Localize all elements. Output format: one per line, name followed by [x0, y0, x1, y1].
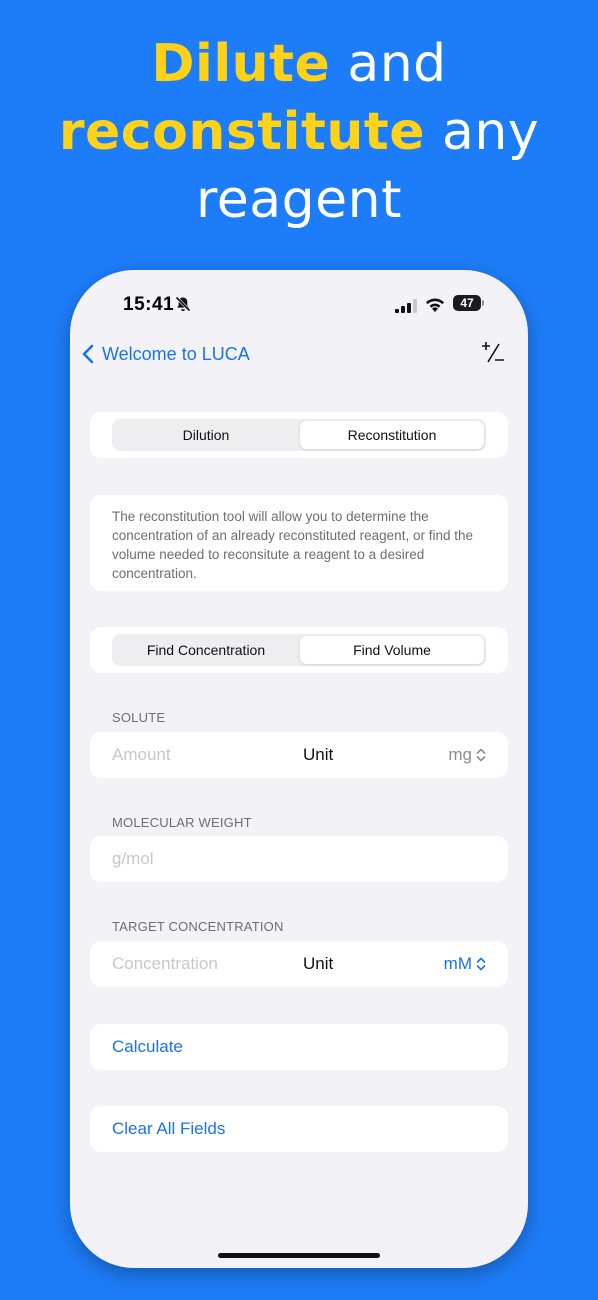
solute-unit-label: Unit — [303, 745, 334, 764]
promo-highlight-dilute: Dilute — [151, 34, 331, 94]
tab-find-volume[interactable]: Find Volume — [300, 636, 484, 664]
back-button-label: Welcome to LUCA — [102, 343, 250, 364]
back-button[interactable]: Welcome to LUCA — [82, 340, 250, 368]
cellular-signal-icon — [395, 299, 417, 313]
concentration-input[interactable] — [112, 941, 292, 987]
molecular-weight-row — [90, 836, 508, 882]
chevron-up-down-icon — [476, 957, 486, 971]
chevron-left-icon — [82, 344, 94, 364]
find-segmented-control: Find Concentration Find Volume — [112, 634, 486, 666]
calculate-button[interactable]: Calculate — [90, 1024, 508, 1070]
tab-reconstitution[interactable]: Reconstitution — [300, 421, 484, 449]
chevron-up-down-icon — [476, 748, 486, 762]
molecular-weight-section-label: MOLECULAR WEIGHT — [112, 815, 252, 830]
home-indicator — [218, 1253, 380, 1258]
promo-highlight-reconstitute: reconstitute — [58, 102, 425, 162]
find-selector-card: Find Concentration Find Volume — [90, 627, 508, 673]
promo-line-3: reagent — [196, 170, 402, 230]
battery-tip — [482, 300, 484, 306]
amount-input[interactable] — [112, 732, 282, 778]
phone-screen: 15:41 47 Welcome to LUCA Dilution Recons… — [70, 270, 528, 1268]
solute-unit-picker[interactable]: mg — [448, 732, 486, 778]
status-time: 15:41 — [123, 294, 175, 315]
promo-line-2: reconstitute any — [0, 98, 598, 166]
plus-minus-icon[interactable] — [480, 340, 506, 366]
solute-unit-value: mg — [448, 745, 472, 764]
promo-headline: Dilute and reconstitute any reagent — [0, 30, 598, 234]
target-concentration-section-label: TARGET CONCENTRATION — [112, 919, 284, 934]
mode-selector-card: Dilution Reconstitution — [90, 412, 508, 458]
solute-row: Unit mg — [90, 732, 508, 778]
concentration-unit-value: mM — [443, 954, 472, 973]
tab-find-concentration[interactable]: Find Concentration — [114, 636, 298, 664]
concentration-unit-label: Unit — [303, 954, 334, 973]
target-concentration-row: Unit mM — [90, 941, 508, 987]
clear-all-fields-label: Clear All Fields — [112, 1119, 226, 1138]
battery-indicator: 47 — [453, 295, 481, 311]
clear-all-fields-button[interactable]: Clear All Fields — [90, 1106, 508, 1152]
calculate-button-label: Calculate — [112, 1037, 183, 1056]
wifi-icon — [426, 298, 444, 312]
promo-line-1: Dilute and — [0, 30, 598, 98]
promo-text-any: any — [425, 102, 540, 162]
description-card: The reconstitution tool will allow you t… — [90, 495, 508, 591]
promo-text-and: and — [330, 34, 447, 94]
concentration-unit-picker[interactable]: mM — [444, 941, 486, 987]
bell-slash-icon — [175, 296, 191, 312]
tab-dilution[interactable]: Dilution — [114, 421, 298, 449]
mode-segmented-control: Dilution Reconstitution — [112, 419, 486, 451]
solute-section-label: SOLUTE — [112, 710, 166, 725]
status-bar: 15:41 47 — [70, 270, 528, 340]
description-text: The reconstitution tool will allow you t… — [112, 509, 473, 581]
molecular-weight-input[interactable] — [112, 836, 482, 882]
